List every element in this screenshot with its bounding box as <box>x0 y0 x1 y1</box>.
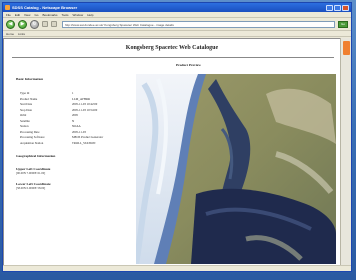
coord-value: [90.00N 7.0000E 61.00] <box>16 171 46 175</box>
info-value: TROLL_STATION <box>72 140 96 145</box>
menu-edit[interactable]: Edit <box>15 13 20 17</box>
link-home[interactable]: Home <box>6 32 14 36</box>
status-bar <box>3 265 351 271</box>
coord-value: [58.00N 0.0000E 58.00] <box>16 186 46 190</box>
window-controls <box>326 4 349 11</box>
info-table: Type Id 1 Product Name LLM_AVHRR Start Dat… <box>20 91 126 146</box>
vertical-scrollbar[interactable] <box>340 38 351 266</box>
menu-help[interactable]: Help <box>87 13 93 17</box>
close-button[interactable] <box>342 4 349 11</box>
stop-button[interactable] <box>42 21 48 27</box>
links-bar: Home Links <box>3 31 351 37</box>
link-links[interactable]: Links <box>18 32 25 36</box>
browser-window: SDSS Catalog - Netscape Browser File Edi… <box>2 2 352 272</box>
menu-tools[interactable]: Tools <box>62 13 69 17</box>
maximize-button[interactable] <box>334 4 341 11</box>
forward-button[interactable]: ▶ <box>18 19 27 29</box>
window-title: SDSS Catalog - Netscape Browser <box>12 5 78 10</box>
upper-left-coordinate: Upper Left Coordinate [90.00N 7.0000E 61… <box>16 167 50 175</box>
menu-go[interactable]: Go <box>34 13 38 17</box>
reload-button[interactable]: ↻ <box>30 19 39 29</box>
back-button[interactable]: ◀ <box>6 19 15 29</box>
page-content: Kongsberg Spacetec Web Catalogue Product… <box>3 38 341 266</box>
go-button[interactable]: Go <box>338 20 348 28</box>
lower-left-coordinate: Lower Left Coordinate [58.00N 0.0000E 58… <box>16 182 51 190</box>
page-title: Kongsberg Spacetec Web Catalogue <box>125 45 219 51</box>
satellite-image <box>136 74 336 264</box>
nav-toolbar: ◀ ▶ ↻ http://www.sat.dundee.ac.uk/ Kongs… <box>3 18 351 31</box>
basic-info-heading: Basic Information <box>16 77 44 81</box>
menu-bookmarks[interactable]: Bookmarks <box>42 13 57 17</box>
home-button[interactable] <box>51 21 57 27</box>
minimize-button[interactable] <box>326 4 333 11</box>
menu-window[interactable]: Window <box>73 13 84 17</box>
divider <box>12 57 334 58</box>
address-bar[interactable]: http://www.sat.dundee.ac.uk/ Kongsberg S… <box>62 20 335 28</box>
title-bar: SDSS Catalog - Netscape Browser <box>3 3 351 12</box>
menu-view[interactable]: View <box>24 13 30 17</box>
scroll-thumb[interactable] <box>343 41 350 55</box>
geo-info-heading: Geographical Information <box>16 154 56 158</box>
table-row: Acquisition Station TROLL_STATION <box>20 141 126 147</box>
browser-icon <box>5 5 10 10</box>
info-label: Acquisition Station <box>20 140 44 145</box>
menu-file[interactable]: File <box>6 13 11 17</box>
image-caption: Product Preview <box>176 63 201 67</box>
